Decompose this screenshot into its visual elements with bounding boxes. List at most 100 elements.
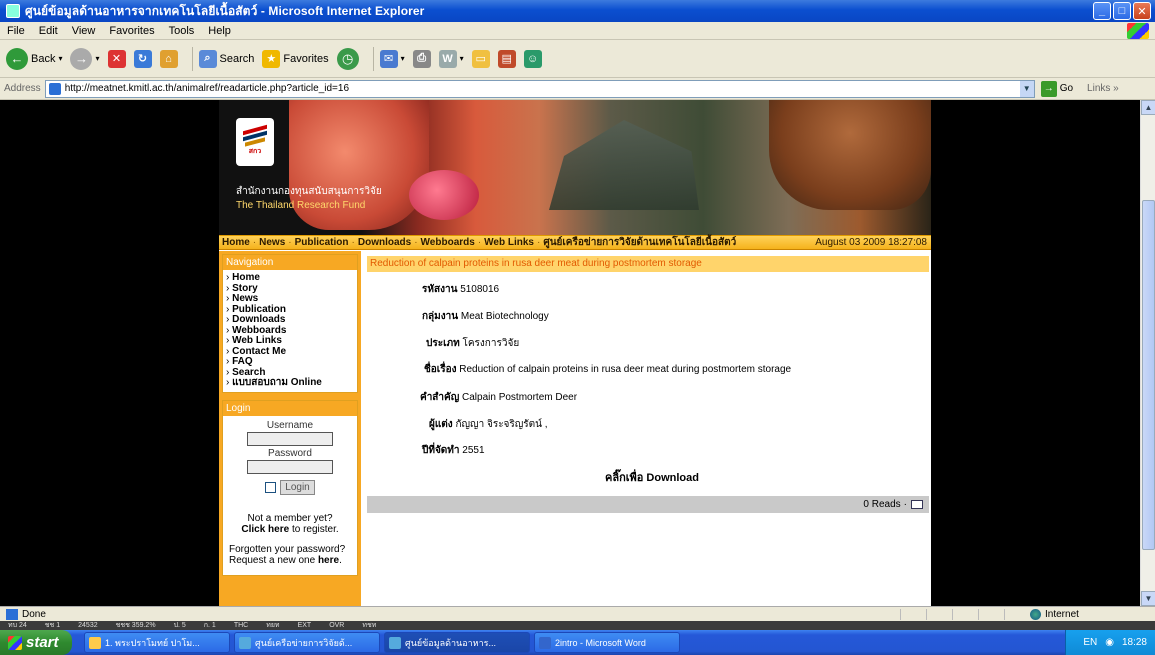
links-button[interactable]: Links » [1087, 83, 1119, 94]
remember-checkbox[interactable] [265, 481, 277, 493]
page-done-icon [6, 608, 18, 620]
field-author: ผู้แต่ง กัญญา จิระจริญรัตน์ , [429, 419, 548, 430]
taskbar: start 1. พระปราโมทย์ ปาโม... ศูนย์เครือข… [0, 630, 1155, 655]
field-group: กลุ่มงาน Meat Biotechnology [422, 311, 549, 322]
menu-file[interactable]: File [0, 25, 32, 37]
scroll-up-icon[interactable]: ▲ [1141, 100, 1155, 115]
scroll-down-icon[interactable]: ▼ [1141, 591, 1155, 606]
menu-edit[interactable]: Edit [32, 25, 65, 37]
home-button[interactable]: ⌂ [159, 49, 178, 68]
register-prompt: Not a member yet? Click here to register… [241, 512, 339, 535]
download-link[interactable]: คลิ๊กเพื่อ Download [605, 468, 699, 486]
messenger-icon: ☺ [523, 49, 542, 68]
topnav-publication[interactable]: Publication [292, 237, 352, 248]
nav-item-faq[interactable]: FAQ [226, 356, 354, 368]
menu-help[interactable]: Help [201, 25, 238, 37]
org-name-english: The Thailand Research Fund [236, 200, 366, 211]
windows-flag-icon [8, 635, 22, 650]
window-titlebar: ศูนย์ข้อมูลด้านอาหารจากเทคโนโลยีเนื้อสัต… [0, 0, 1155, 22]
password-input[interactable] [247, 459, 333, 474]
trf-logo: สกว [236, 118, 274, 166]
field-type: ประเภท โครงการวิจัย [426, 338, 520, 349]
nav-item-weblinks[interactable]: Web Links [226, 335, 354, 347]
menu-bar: File Edit View Favorites Tools Help [0, 22, 1155, 40]
topnav-webboards[interactable]: Webboards [418, 237, 478, 248]
main-content: Reduction of calpain proteins in rusa de… [365, 251, 931, 606]
search-button[interactable]: ⌕ Search [198, 49, 254, 68]
scroll-thumb[interactable] [1142, 200, 1155, 550]
close-button[interactable]: ✕ [1133, 2, 1151, 20]
address-url: http://meatnet.kmitl.ac.th/animalref/rea… [64, 83, 350, 94]
history-button[interactable]: ◷ [336, 47, 359, 70]
reset-password-link[interactable]: here [318, 555, 339, 566]
topnav-downloads[interactable]: Downloads [355, 237, 414, 248]
security-zone: Internet [1030, 608, 1079, 620]
ie-icon [239, 636, 251, 649]
topnav-research-center[interactable]: ศูนย์เครือข่ายการวิจัยด้านเทคโนโลยีเนื้อ… [540, 235, 739, 250]
taskbar-item-4[interactable]: 2intro - Microsoft Word [534, 632, 680, 653]
nav-item-survey[interactable]: แบบสอบถาม Online [226, 377, 354, 389]
login-button[interactable]: Login [280, 479, 315, 495]
address-bar: Address http://meatnet.kmitl.ac.th/anima… [0, 78, 1155, 100]
go-button[interactable]: → Go [1040, 80, 1073, 97]
printer-icon: ⎙ [412, 49, 431, 68]
stop-button[interactable]: ✕ [107, 49, 126, 68]
favorites-button[interactable]: ★ Favorites [262, 49, 329, 68]
tray-icons[interactable]: ◉ [1105, 637, 1114, 648]
username-input[interactable] [247, 431, 333, 446]
nav-item-home[interactable]: Home [226, 272, 354, 284]
taskbar-item-2[interactable]: ศูนย์เครือข่ายการวิจัยด้... [234, 632, 380, 653]
refresh-icon: ↻ [133, 49, 152, 68]
forward-button[interactable]: → ▾ [70, 47, 100, 70]
taskbar-item-3[interactable]: ศูนย์ข้อมูลด้านอาหาร... [384, 632, 530, 653]
maximize-button[interactable]: □ [1113, 2, 1131, 20]
login-panel: Login Username Password Login Not a memb… [222, 399, 358, 576]
taskbar-item-1[interactable]: 1. พระปราโมทย์ ปาโม... [84, 632, 230, 653]
meat-slice-image [409, 170, 479, 220]
stop-icon: ✕ [107, 49, 126, 68]
nav-item-news[interactable]: News [226, 293, 354, 305]
app-icon [89, 636, 101, 649]
chevron-down-icon: ▾ [58, 54, 63, 63]
menu-favorites[interactable]: Favorites [102, 25, 161, 37]
current-datetime: August 03 2009 18:27:08 [815, 237, 927, 248]
mail-button[interactable]: ✉ ▾ [379, 49, 405, 68]
chevron-down-icon[interactable]: ▼ [1019, 80, 1034, 97]
username-label: Username [266, 419, 314, 431]
article-footer: 0 Reads · [367, 496, 929, 513]
minimize-button[interactable]: _ [1093, 2, 1111, 20]
print-button[interactable]: ⎙ [412, 49, 431, 68]
address-label: Address [4, 83, 41, 94]
menu-view[interactable]: View [65, 25, 103, 37]
address-input[interactable]: http://meatnet.kmitl.ac.th/animalref/rea… [44, 79, 1035, 98]
research-button[interactable]: ▤ [497, 49, 516, 68]
status-text: Done [22, 608, 46, 620]
messenger-button[interactable]: ☺ [523, 49, 542, 68]
windows-logo-icon [1127, 23, 1149, 39]
register-link[interactable]: Click here [241, 524, 289, 535]
go-arrow-icon: → [1040, 80, 1057, 97]
edit-button[interactable]: W ▾ [438, 49, 464, 68]
language-indicator[interactable]: EN [1083, 637, 1097, 648]
folder-button[interactable]: ▭ [471, 49, 490, 68]
nav-item-downloads[interactable]: Downloads [226, 314, 354, 326]
back-button[interactable]: ← Back ▾ [6, 47, 63, 70]
search-icon: ⌕ [198, 49, 217, 68]
email-article-icon[interactable] [911, 500, 923, 509]
star-icon: ★ [262, 49, 281, 68]
field-title: ชื่อเรื่อง Reduction of calpain proteins… [424, 364, 792, 375]
word-icon [539, 636, 551, 649]
topnav-weblinks[interactable]: Web Links [481, 237, 537, 248]
clock: 18:28 [1121, 637, 1147, 648]
start-button[interactable]: start [0, 630, 72, 655]
site-banner: สกว สำนักงานกองทุนสนับสนุนการวิจัย The T… [219, 100, 931, 235]
field-keywords: คำสำคัญ Calpain Postmortem Deer [420, 392, 578, 403]
topnav-home[interactable]: Home [219, 237, 253, 248]
window-title: ศูนย์ข้อมูลด้านอาหารจากเทคโนโลยีเนื้อสัต… [25, 3, 425, 18]
refresh-button[interactable]: ↻ [133, 49, 152, 68]
vertical-scrollbar[interactable]: ▲ ▼ [1140, 100, 1155, 606]
menu-tools[interactable]: Tools [162, 25, 202, 37]
topnav-news[interactable]: News [256, 237, 288, 248]
research-icon: ▤ [497, 49, 516, 68]
web-page: สกว สำนักงานกองทุนสนับสนุนการวิจัย The T… [219, 100, 931, 606]
